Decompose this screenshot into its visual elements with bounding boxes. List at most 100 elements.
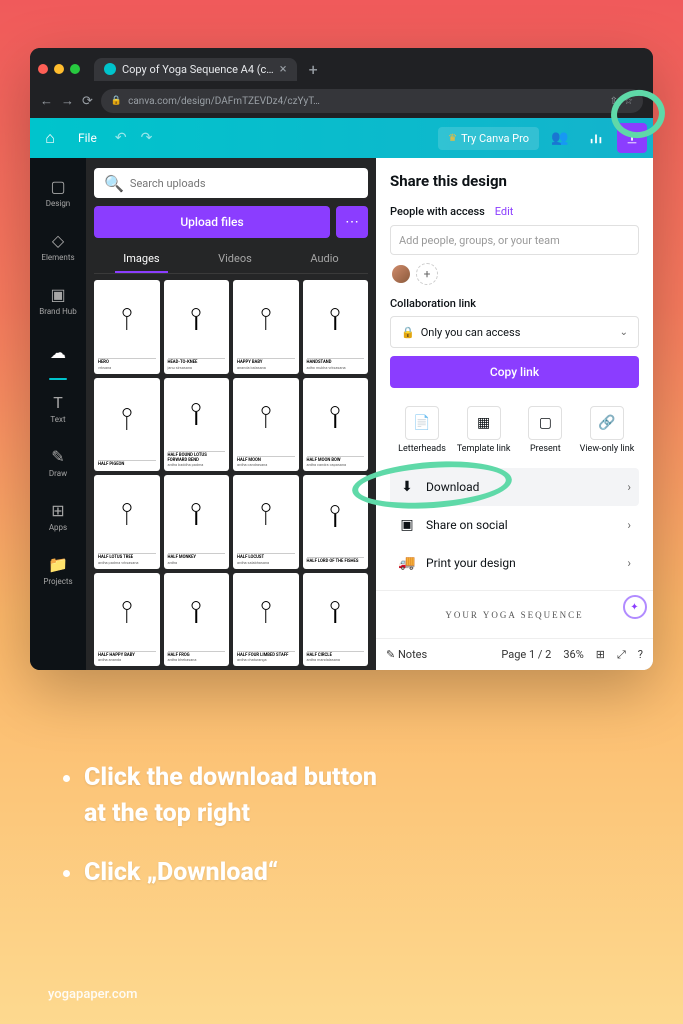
window-controls[interactable] xyxy=(38,64,80,74)
rail-elements[interactable]: ◇Elements xyxy=(30,220,86,272)
upload-thumb[interactable]: HALF CIRCLEardha mandalasana xyxy=(303,573,369,667)
present-icon: ▢ xyxy=(528,406,562,440)
action-present[interactable]: ▢Present xyxy=(517,406,573,454)
design-icon: ▢ xyxy=(50,177,65,196)
upload-more-button[interactable]: ⋯ xyxy=(336,206,368,238)
sequence-title: YOUR YOGA SEQUENCE xyxy=(445,610,583,620)
redo-button[interactable]: ↷ xyxy=(137,126,157,150)
upload-thumb[interactable]: HEAD-TO-KNEEjanu sirsasana xyxy=(164,280,230,374)
canva-topbar: ⌂ File ↶ ↷ ♛Try Canva Pro 👥 xyxy=(30,118,653,158)
download-row[interactable]: ⬇ Download › xyxy=(390,468,639,506)
bottom-toolbar: ✎ Notes Page 1 / 2 36% ⊞ ⤢ ? xyxy=(376,638,653,670)
fullscreen-icon[interactable]: ⤢ xyxy=(617,648,626,662)
canvas-area: YOUR YOGA SEQUENCE ✦ ✎ Notes Page 1 / 2 … xyxy=(376,590,653,670)
file-menu[interactable]: File xyxy=(70,127,105,149)
upload-thumb[interactable]: HALF MOON BOWardha candra capasana xyxy=(303,378,369,472)
upload-thumb[interactable]: HAPPY BABYananda balasana xyxy=(233,280,299,374)
add-people-input[interactable]: Add people, groups, or your team xyxy=(390,225,639,255)
forward-button[interactable]: → xyxy=(61,93,74,109)
access-level-select[interactable]: 🔒 Only you can access ⌄ xyxy=(390,316,639,348)
close-window-icon[interactable] xyxy=(38,64,48,74)
browser-tab[interactable]: Copy of Yoga Sequence A4 (c… × xyxy=(94,58,297,81)
address-bar[interactable]: 🔒 canva.com/design/DAFmTZEVDz4/czYyT… ⇧ … xyxy=(101,89,643,113)
action-letterheads[interactable]: 📄Letterheads xyxy=(394,406,450,454)
text-icon: T xyxy=(53,393,63,412)
copy-link-button[interactable]: Copy link xyxy=(390,356,639,388)
upload-thumb[interactable]: HALF FROGardha bhekasana xyxy=(164,573,230,667)
people-access-label: People with access xyxy=(390,205,485,218)
add-person-button[interactable]: + xyxy=(416,263,438,285)
elements-icon: ◇ xyxy=(52,231,64,250)
access-value: Only you can access xyxy=(421,326,521,339)
upload-thumb[interactable]: HALF BOUND LOTUS FORWARD BENDardha baddh… xyxy=(164,378,230,472)
browser-window: Copy of Yoga Sequence A4 (c… × + ← → ⟳ 🔒… xyxy=(30,48,653,670)
upload-thumb[interactable]: HALF FOUR LIMBED STAFFardha chaturanga xyxy=(233,573,299,667)
help-icon[interactable]: ? xyxy=(638,648,643,661)
bookmark-icon[interactable]: ☆ xyxy=(624,96,633,107)
share-actions: 📄Letterheads ▦Template link ▢Present 🔗Vi… xyxy=(390,406,639,454)
share-url-icon[interactable]: ⇧ xyxy=(610,96,618,107)
letterheads-icon: 📄 xyxy=(405,406,439,440)
undo-button[interactable]: ↶ xyxy=(111,126,131,150)
notes-button[interactable]: ✎ Notes xyxy=(386,648,427,661)
print-row[interactable]: 🚚 Print your design › xyxy=(390,544,639,582)
avatar[interactable] xyxy=(390,263,412,285)
uploads-panel: 🔍 Upload files ⋯ Images Videos Audio HER… xyxy=(86,158,376,670)
upload-thumb[interactable]: HANDSTANDadho mukha vrksasana xyxy=(303,280,369,374)
view-only-icon: 🔗 xyxy=(590,406,624,440)
close-tab-icon[interactable]: × xyxy=(280,62,287,77)
home-button[interactable]: ⌂ xyxy=(36,124,64,152)
upload-thumb[interactable]: HALF MONKEYardha xyxy=(164,475,230,569)
upload-thumb[interactable]: HALF LOTUS TREEardha padma vrksasana xyxy=(94,475,160,569)
magic-button[interactable]: ✦ xyxy=(623,595,647,619)
rail-uploads[interactable]: ☁ xyxy=(30,328,86,380)
back-button[interactable]: ← xyxy=(40,93,53,109)
chevron-down-icon: ⌄ xyxy=(620,327,628,338)
chevron-right-icon: › xyxy=(627,518,631,532)
rail-apps[interactable]: ⊞Apps xyxy=(30,490,86,542)
crown-icon: ♛ xyxy=(448,133,457,144)
rail-brand-hub[interactable]: ▣Brand Hub xyxy=(30,274,86,326)
social-icon: ▣ xyxy=(398,517,416,533)
search-input[interactable] xyxy=(130,177,358,190)
rail-design[interactable]: ▢Design xyxy=(30,166,86,218)
chevron-right-icon: › xyxy=(627,556,631,570)
page-indicator[interactable]: Page 1 / 2 xyxy=(501,648,551,661)
reload-button[interactable]: ⟳ xyxy=(82,94,93,109)
new-tab-button[interactable]: + xyxy=(303,60,324,79)
upload-thumb[interactable]: HALF LOCUSTardha salabhasana xyxy=(233,475,299,569)
search-uploads[interactable]: 🔍 xyxy=(94,168,368,198)
upload-thumb[interactable]: HALF PIGEON xyxy=(94,378,160,472)
rail-draw[interactable]: ✎Draw xyxy=(30,436,86,488)
uploads-grid: HEROvrksanaHEAD-TO-KNEEjanu sirsasanaHAP… xyxy=(94,280,368,670)
maximize-window-icon[interactable] xyxy=(70,64,80,74)
tab-images[interactable]: Images xyxy=(115,246,167,273)
grid-view-icon[interactable]: ⊞ xyxy=(596,648,605,661)
browser-chrome: Copy of Yoga Sequence A4 (c… × + ← → ⟳ 🔒… xyxy=(30,48,653,118)
rail-projects[interactable]: 📁Projects xyxy=(30,544,86,596)
rail-text[interactable]: TText xyxy=(30,382,86,434)
share-button[interactable] xyxy=(617,123,647,153)
upload-thumb[interactable]: HALF MOONardha candrasana xyxy=(233,378,299,472)
invite-icon[interactable]: 👥 xyxy=(545,123,575,153)
zoom-level[interactable]: 36% xyxy=(563,648,583,661)
tab-videos[interactable]: Videos xyxy=(210,246,260,273)
try-pro-button[interactable]: ♛Try Canva Pro xyxy=(438,127,539,150)
template-link-icon: ▦ xyxy=(467,406,501,440)
edit-access-link[interactable]: Edit xyxy=(495,205,514,218)
insights-icon[interactable] xyxy=(581,123,611,153)
instructions: Click the download buttonat the top righ… xyxy=(60,760,643,913)
minimize-window-icon[interactable] xyxy=(54,64,64,74)
upload-files-button[interactable]: Upload files xyxy=(94,206,330,238)
upload-thumb[interactable]: HALF HAPPY BABYardha ananda xyxy=(94,573,160,667)
canvas-preview[interactable]: YOUR YOGA SEQUENCE ✦ xyxy=(376,590,653,638)
share-social-row[interactable]: ▣ Share on social › xyxy=(390,506,639,544)
action-view-only[interactable]: 🔗View-only link xyxy=(579,406,635,454)
action-template-link[interactable]: ▦Template link xyxy=(456,406,512,454)
url-text: canva.com/design/DAFmTZEVDz4/czYyT… xyxy=(128,96,320,107)
upload-thumb[interactable]: HALF LORD OF THE FISHES xyxy=(303,475,369,569)
tab-audio[interactable]: Audio xyxy=(302,246,346,273)
collab-link-label: Collaboration link xyxy=(390,297,639,310)
instruction-2: Click „Download“ xyxy=(84,855,643,891)
upload-thumb[interactable]: HEROvrksana xyxy=(94,280,160,374)
